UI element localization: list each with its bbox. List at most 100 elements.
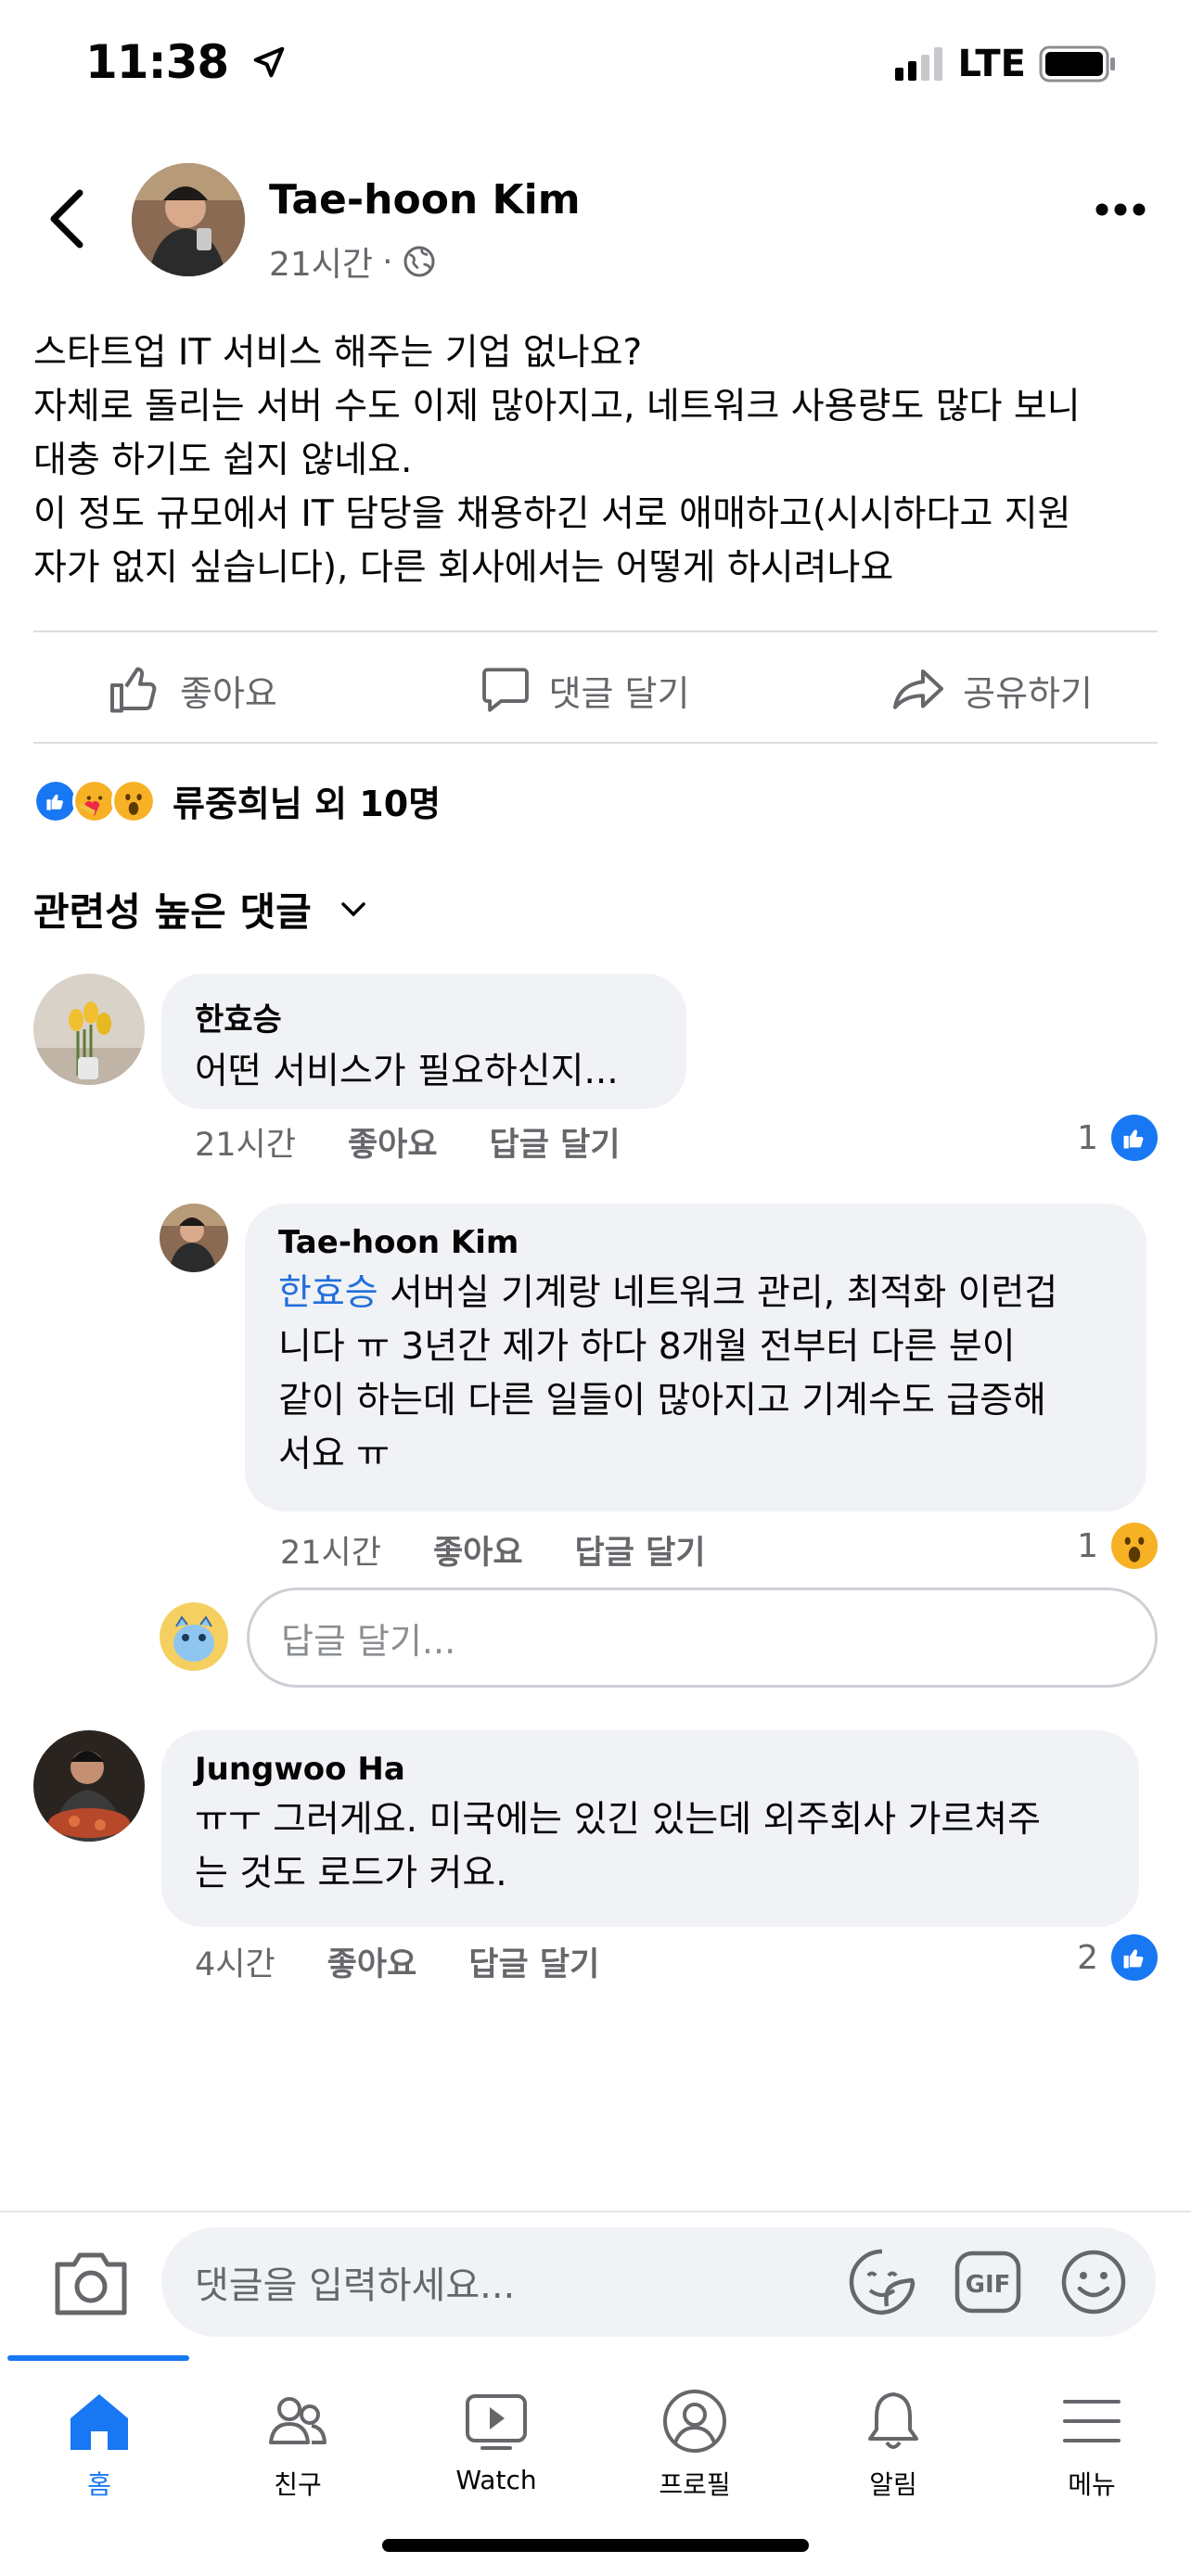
tab-friends[interactable]: 친구 (198, 2355, 397, 2504)
divider (33, 742, 1158, 744)
reply-text-line: 서버실 기계랑 네트워크 관리, 최적화 이런겁 (378, 1272, 1058, 1314)
tab-watch[interactable]: Watch (397, 2355, 596, 2504)
friends-icon (269, 2397, 327, 2444)
reply-reaction-count[interactable]: 1 (1077, 1523, 1158, 1569)
post-line: 자체로 돌리는 서버 수도 이제 많아지고, 네트워크 사용량도 많다 보니 (33, 386, 1081, 427)
reactions-text: 류중희님 외 10명 (173, 784, 442, 824)
reply-input-placeholder: 답글 달기... (281, 1620, 456, 1662)
comment-time[interactable]: 4시간 (195, 1938, 275, 1985)
comment-icon (481, 668, 529, 712)
more-options-icon[interactable] (1095, 200, 1146, 219)
divider (0, 2211, 1191, 2213)
reply-author-avatar[interactable] (160, 1204, 228, 1272)
reply-text-line: 같이 하는데 다른 일들이 많아지고 기계수도 급증해 (278, 1380, 1046, 1422)
comment-text-line: 는 것도 로드가 커요. (195, 1853, 507, 1894)
tab-label: 메뉴 (1068, 2469, 1116, 2500)
tab-menu[interactable]: 메뉴 (992, 2355, 1191, 2504)
comment-author[interactable]: 한효승 (195, 994, 653, 1039)
share-label: 공유하기 (963, 672, 1093, 714)
comment-sort-label: 관련성 높은 댓글 (33, 889, 312, 935)
status-time: 11:38 (85, 35, 287, 89)
comment-button[interactable]: 댓글 달기 (479, 663, 689, 717)
home-icon (70, 2394, 128, 2450)
reply-meta: 21시간 좋아요 답글 달기 (280, 1526, 706, 1574)
gif-icon[interactable]: GIF (954, 2248, 1022, 2316)
like-reaction-icon (33, 778, 78, 823)
comment-text: 어떤 서비스가 필요하신지... (195, 1051, 619, 1092)
reply-bubble[interactable]: Tae-hoon Kim 한효승 서버실 기계랑 네트워크 관리, 최적화 이런… (245, 1204, 1146, 1511)
mention-link[interactable]: 한효승 (278, 1272, 378, 1314)
tab-label: 홈 (87, 2469, 111, 2500)
signal-icon (894, 47, 942, 81)
comment-bubble[interactable]: 한효승 어떤 서비스가 필요하신지... (161, 974, 686, 1109)
reply-time[interactable]: 21시간 (280, 1526, 381, 1574)
reaction-count: 2 (1077, 1938, 1098, 1977)
author-avatar[interactable] (132, 163, 245, 276)
comment-meta: 4시간 좋아요 답글 달기 (195, 1938, 599, 1985)
comment-like-button[interactable]: 좋아요 (327, 1938, 417, 1985)
commenter-avatar[interactable] (33, 974, 145, 1085)
location-arrow-icon (253, 46, 284, 78)
sticker-icon[interactable] (848, 2248, 916, 2316)
tab-notifications[interactable]: 알림 (794, 2355, 992, 2504)
tab-profile[interactable]: 프로필 (596, 2355, 794, 2504)
like-reaction-icon (1111, 1115, 1158, 1161)
menu-icon (1063, 2400, 1121, 2442)
composer-tools: GIF (848, 2248, 1128, 2316)
comment-reaction-count[interactable]: 2 (1077, 1934, 1158, 1981)
comment-composer[interactable]: 댓글을 입력하세요... GIF (161, 2227, 1156, 2337)
profile-icon (663, 2390, 726, 2453)
wow-reaction-icon (111, 778, 156, 823)
tab-label: 친구 (274, 2469, 322, 2500)
tab-label: 프로필 (659, 2469, 731, 2500)
like-button[interactable]: 좋아요 (108, 662, 277, 718)
post-actions: 좋아요 댓글 달기 공유하기 (33, 649, 1158, 731)
meta-separator: · (382, 242, 393, 281)
divider (33, 631, 1158, 632)
watch-icon (466, 2394, 527, 2450)
like-label: 좋아요 (180, 672, 277, 714)
status-indicators: LTE (894, 43, 1117, 85)
commenter-avatar[interactable] (33, 1730, 145, 1842)
comment-author[interactable]: Jungwoo Ha (195, 1751, 1106, 1788)
reaction-count: 1 (1077, 1526, 1098, 1565)
comment-time[interactable]: 21시간 (195, 1118, 296, 1166)
bottom-tab-bar: 홈 친구 Watch 프로필 알림 메뉴 (0, 2355, 1191, 2504)
comment-sort-dropdown[interactable]: 관련성 높은 댓글 (33, 881, 367, 937)
comment-text: ㅠㅜ 그러게요. 미국에는 있긴 있는데 외주회사 가르쳐주 는 것도 로드가 … (195, 1793, 1106, 1901)
comment-reply-button[interactable]: 답글 달기 (468, 1938, 599, 1985)
comment-like-button[interactable]: 좋아요 (348, 1118, 438, 1166)
tab-label: 알림 (869, 2469, 917, 2500)
share-button[interactable]: 공유하기 (890, 662, 1093, 718)
post-time[interactable]: 21시간 (269, 237, 373, 286)
reply-like-button[interactable]: 좋아요 (433, 1526, 523, 1574)
network-label: LTE (957, 43, 1026, 85)
tab-home[interactable]: 홈 (0, 2355, 198, 2504)
reaction-count: 1 (1077, 1118, 1098, 1157)
camera-icon[interactable] (52, 2248, 130, 2318)
globe-icon (403, 246, 435, 277)
post-line: 스타트업 IT 서비스 해주는 기업 없나요? (33, 332, 643, 374)
post-line: 이 정도 규모에서 IT 담당을 채용하긴 서로 애매하고(시시하다고 지원 (33, 493, 1071, 535)
reply-text: 한효승 서버실 기계랑 네트워크 관리, 최적화 이런겁 니다 ㅠ 3년간 제가… (278, 1267, 1113, 1482)
battery-icon (1039, 45, 1115, 83)
emoji-icon[interactable] (1059, 2248, 1128, 2316)
reply-reply-button[interactable]: 답글 달기 (575, 1526, 706, 1574)
current-user-avatar (160, 1602, 228, 1671)
wow-reaction-icon (1111, 1523, 1158, 1569)
comment-reaction-count[interactable]: 1 (1077, 1115, 1158, 1161)
reactions-summary[interactable]: 류중희님 외 10명 (33, 775, 441, 826)
reply-author[interactable]: Tae-hoon Kim (278, 1224, 1113, 1261)
care-reaction-icon (72, 778, 117, 823)
chevron-down-icon (340, 901, 365, 916)
comment-bubble[interactable]: Jungwoo Ha ㅠㅜ 그러게요. 미국에는 있긴 있는데 외주회사 가르쳐… (161, 1730, 1139, 1927)
comment-input[interactable]: 댓글을 입력하세요... (195, 2255, 848, 2309)
bell-icon (868, 2392, 918, 2449)
comment-meta: 21시간 좋아요 답글 달기 (195, 1118, 621, 1166)
share-icon (893, 670, 944, 709)
comment-reply-button[interactable]: 답글 달기 (490, 1118, 621, 1166)
reply-input[interactable]: 답글 달기... (247, 1588, 1158, 1688)
back-icon[interactable] (45, 185, 89, 252)
author-name[interactable]: Tae-hoon Kim (269, 176, 581, 223)
post-line: 대충 하기도 쉽지 않네요. (33, 440, 413, 481)
